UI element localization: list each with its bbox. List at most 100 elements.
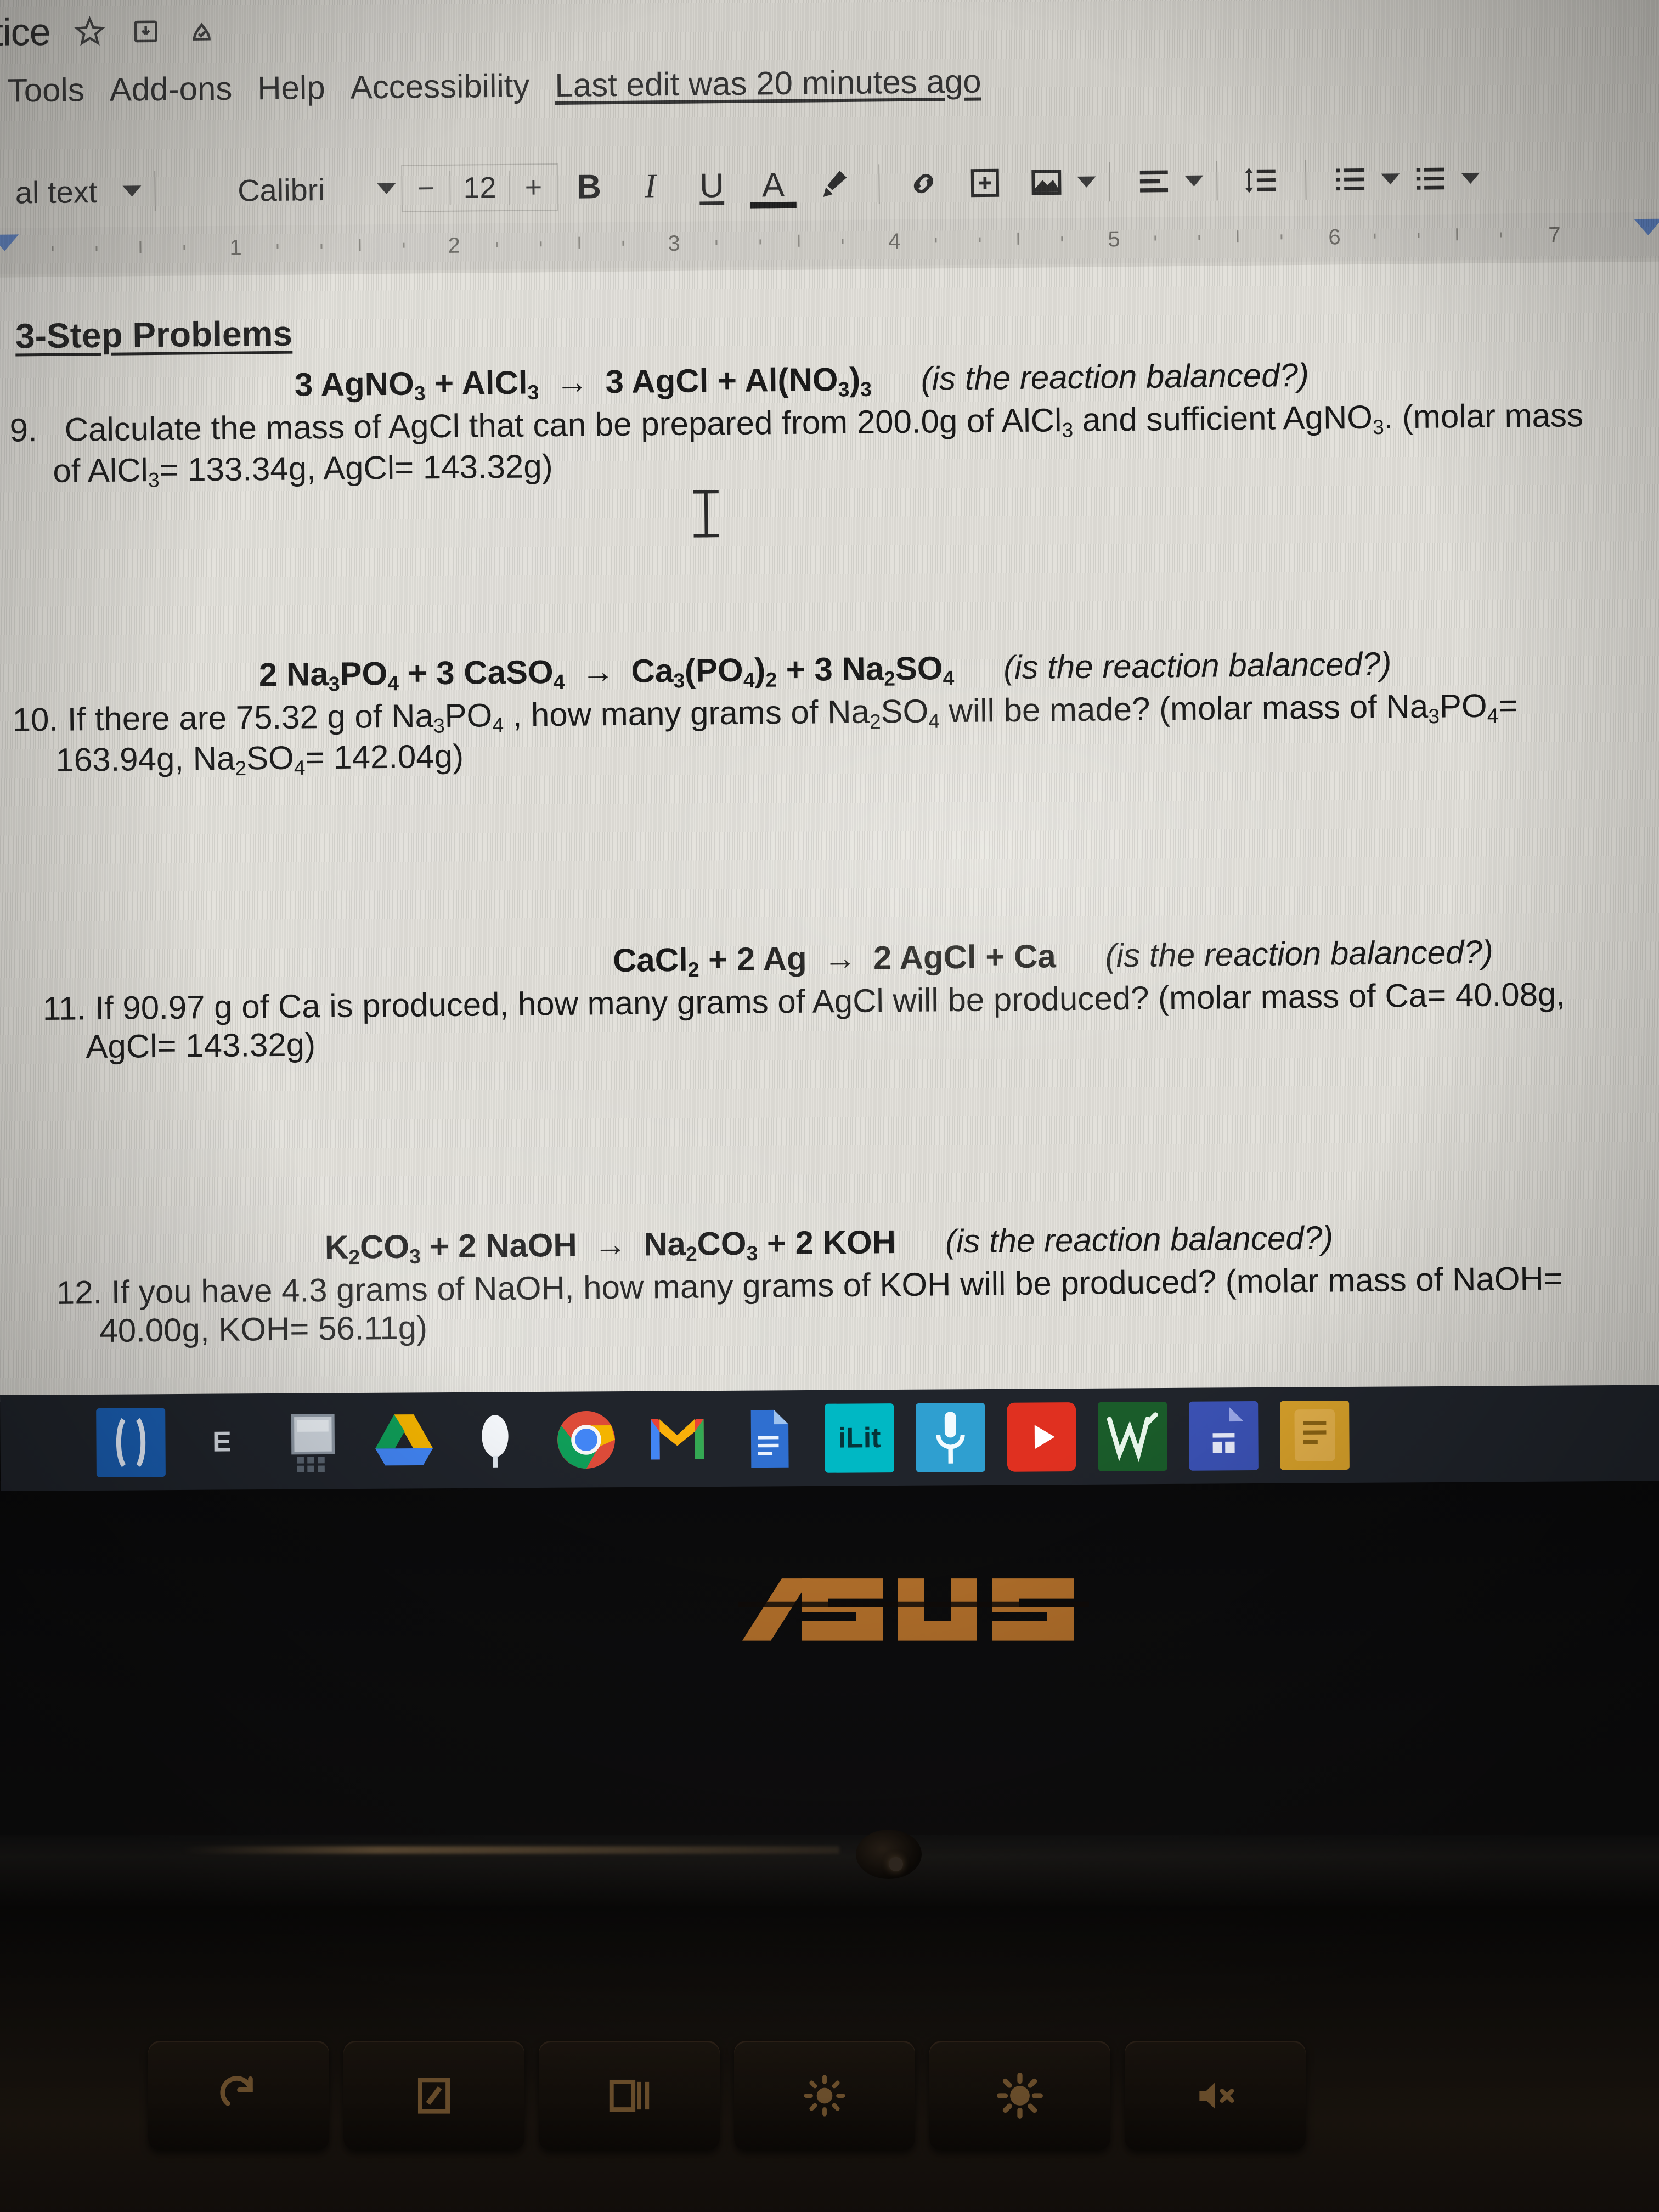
page-title: 3-Step Problems xyxy=(15,313,293,356)
window-overview-key[interactable] xyxy=(539,2041,720,2151)
problem-9: 9. Calculate the mass of AgCl that can b… xyxy=(9,396,1659,493)
brightness-down-key[interactable] xyxy=(734,2041,915,2151)
text-cursor-ibeam xyxy=(693,490,719,537)
problem-10: 10. If there are 75.32 g of Na3PO4 , how… xyxy=(12,685,1659,783)
document-page[interactable]: 3-Step Problems 3 AgNO3 + AlCl3 → 3 AgCl… xyxy=(0,261,1659,1402)
ilit-app-icon[interactable]: iLit xyxy=(825,1403,894,1473)
ruler-number-5: 5 xyxy=(1108,227,1120,252)
menu-item-addons[interactable]: Add-ons xyxy=(109,70,232,109)
problem-12: 12. If you have 4.3 grams of NaOH, how m… xyxy=(18,1259,1659,1351)
problem-11-number: 11. xyxy=(42,990,87,1028)
laptop-screen: ctice Tools Add-ons Help Accessibility L… xyxy=(0,0,1659,1402)
line-spacing-icon[interactable] xyxy=(1231,150,1293,211)
google-drive-icon[interactable] xyxy=(369,1406,439,1476)
insert-link-icon[interactable] xyxy=(893,153,955,214)
equation-9-formula: 3 AgNO3 + AlCl3 → 3 AgCl + Al(NO3)3 xyxy=(294,360,872,405)
ruler-number-7: 7 xyxy=(1548,223,1561,247)
bulleted-list-icon[interactable] xyxy=(1400,148,1462,209)
microphone-app-icon[interactable] xyxy=(916,1402,985,1472)
insert-image-chevron-down-icon[interactable] xyxy=(1077,176,1096,188)
gmail-icon[interactable] xyxy=(642,1404,712,1474)
equation-9-note: (is the reaction balanced?) xyxy=(921,356,1310,397)
toolbar-divider-3 xyxy=(1109,162,1110,202)
equation-10-formula: 2 Na3PO4 + 3 CaSO4 → Ca3(PO4)2 + 3 Na2SO… xyxy=(258,649,955,695)
keyboard-function-row xyxy=(0,2041,1659,2162)
last-edit-status[interactable]: Last edit was 20 minutes ago xyxy=(555,63,981,104)
problem-10-number: 10. xyxy=(12,701,59,738)
equation-10-note: (is the reaction balanced?) xyxy=(1003,645,1392,686)
toolbar-divider-2 xyxy=(878,164,880,204)
font-size-input[interactable]: 12 xyxy=(449,170,510,205)
paragraph-style-select[interactable]: al text xyxy=(0,173,123,210)
font-family-chevron-down-icon[interactable] xyxy=(377,183,396,195)
ilit-label: iLit xyxy=(838,1421,881,1454)
spreadsheet-app-icon[interactable] xyxy=(1189,1401,1259,1471)
right-indent-marker[interactable] xyxy=(1634,218,1659,236)
edge-browser-icon[interactable]: E xyxy=(187,1407,257,1477)
decrease-font-size-button[interactable]: − xyxy=(402,171,450,206)
increase-font-size-button[interactable]: + xyxy=(510,170,557,205)
align-icon[interactable] xyxy=(1123,151,1185,212)
menu-bar: Tools Add-ons Help Accessibility Last ed… xyxy=(7,55,1659,110)
cloud-app-icon[interactable] xyxy=(460,1406,530,1475)
equation-12-formula: K2CO3 + 2 NaOH → Na2CO3 + 2 KOH xyxy=(324,1223,896,1268)
ruler-number-3: 3 xyxy=(668,231,680,256)
paragraph-style-chevron-down-icon[interactable] xyxy=(122,185,142,197)
cloud-saved-icon[interactable] xyxy=(185,14,218,47)
document-title[interactable]: ctice xyxy=(0,10,50,54)
problem-9-number: 9. xyxy=(9,411,38,449)
font-family-select[interactable]: Calibri xyxy=(168,171,377,209)
laptop-photo: ctice Tools Add-ons Help Accessibility L… xyxy=(0,0,1659,2212)
ruler-number-1: 1 xyxy=(229,235,242,260)
fullscreen-key[interactable] xyxy=(343,2041,524,2151)
bold-button[interactable]: B xyxy=(558,156,620,217)
equation-11-formula: CaCl2 + 2 Ag → 2 AgCl + Ca xyxy=(612,938,1057,981)
left-indent-marker[interactable] xyxy=(0,234,19,251)
equation-12-note: (is the reaction balanced?) xyxy=(945,1219,1334,1260)
toolbar-divider-5 xyxy=(1305,160,1307,200)
ruler-number-2: 2 xyxy=(448,233,460,258)
speaker-grille xyxy=(856,1830,922,1879)
youtube-icon[interactable] xyxy=(1007,1402,1076,1472)
google-docs-icon[interactable] xyxy=(733,1404,803,1474)
google-docs-window: ctice Tools Add-ons Help Accessibility L… xyxy=(0,0,1659,1402)
move-to-folder-icon[interactable] xyxy=(129,14,162,48)
menu-item-accessibility[interactable]: Accessibility xyxy=(350,66,529,106)
menu-item-help[interactable]: Help xyxy=(257,69,325,107)
align-chevron-down-icon[interactable] xyxy=(1184,175,1204,187)
ruler-number-6: 6 xyxy=(1328,225,1341,250)
notes-app-icon[interactable] xyxy=(1280,1400,1350,1470)
numbered-list-icon[interactable] xyxy=(1319,149,1381,210)
star-icon[interactable] xyxy=(73,15,106,48)
mute-key[interactable] xyxy=(1125,2041,1306,2151)
italic-button[interactable]: I xyxy=(619,156,681,217)
menu-item-tools[interactable]: Tools xyxy=(7,71,84,109)
document-titlebar: ctice xyxy=(0,0,1659,63)
add-comment-icon[interactable] xyxy=(954,153,1016,213)
chrome-browser-icon[interactable] xyxy=(551,1405,621,1475)
launcher-icon[interactable] xyxy=(96,1407,166,1477)
asus-brand-logo xyxy=(738,1572,1089,1654)
bulleted-list-chevron-down-icon[interactable] xyxy=(1461,172,1480,184)
insert-image-icon[interactable] xyxy=(1015,152,1077,213)
equation-11-note: (is the reaction balanced?) xyxy=(1105,933,1494,974)
numbered-list-chevron-down-icon[interactable] xyxy=(1381,173,1400,185)
indicator-led xyxy=(889,1857,903,1871)
chromeos-shelf: E iLit xyxy=(0,1385,1659,1491)
toolbar-divider-1 xyxy=(154,171,156,211)
ruler-number-4: 4 xyxy=(888,229,901,254)
problem-12-number: 12. xyxy=(56,1274,103,1311)
signature-app-icon[interactable] xyxy=(1098,1401,1167,1471)
calculator-icon[interactable] xyxy=(278,1407,348,1476)
font-size-stepper[interactable]: − 12 + xyxy=(401,163,558,212)
brightness-up-key[interactable] xyxy=(929,2041,1110,2151)
text-color-button[interactable]: A xyxy=(742,155,804,216)
reload-key[interactable] xyxy=(148,2041,329,2151)
toolbar-divider-4 xyxy=(1216,161,1218,201)
underline-button[interactable]: U xyxy=(681,155,743,216)
laptop-hinge xyxy=(0,1835,1659,1906)
highlight-pen-icon[interactable] xyxy=(804,154,866,215)
